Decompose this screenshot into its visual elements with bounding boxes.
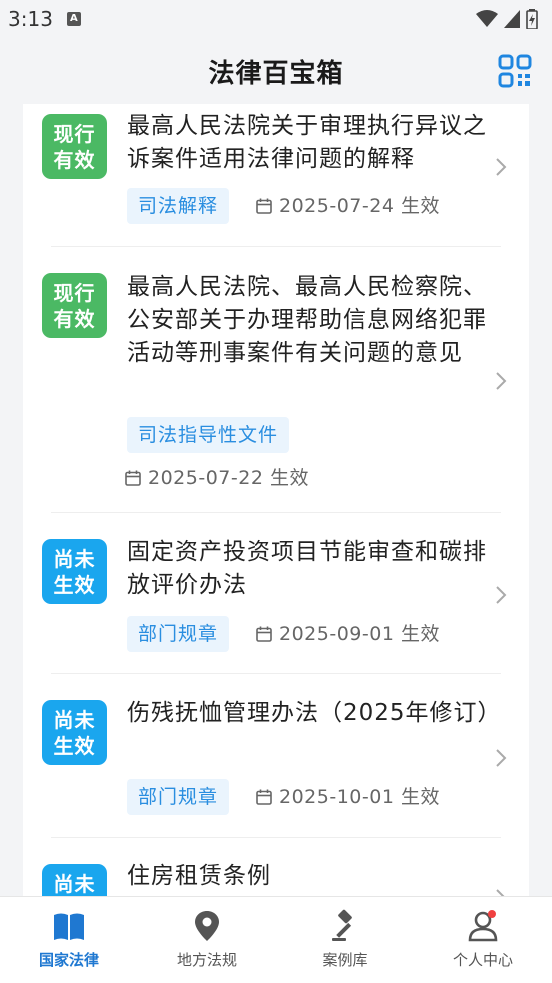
effective-date: 2025-10-01 生效 bbox=[256, 779, 440, 815]
list-item[interactable]: 尚未 生效 伤残抚恤管理办法（2025年修订） 部门规章 2025-10-01 … bbox=[23, 674, 529, 837]
calendar-icon bbox=[256, 789, 272, 805]
status-badge: 尚未 生效 bbox=[42, 539, 107, 604]
chevron-right-icon bbox=[496, 372, 507, 390]
battery-icon bbox=[526, 9, 538, 29]
chevron-right-icon bbox=[496, 158, 507, 176]
book-icon bbox=[54, 913, 84, 940]
law-title: 最高人民法院关于审理执行异议之诉案件适用法律问题的解释 bbox=[127, 113, 487, 172]
status-time: 3:13 bbox=[8, 7, 53, 31]
status-badge: 现行 有效 bbox=[42, 114, 107, 179]
home-indicator-area bbox=[0, 976, 552, 983]
calendar-icon bbox=[256, 626, 272, 642]
chevron-right-icon bbox=[496, 749, 507, 767]
law-list: 现行 有效 最高人民法院关于审理执行异议之诉案件适用法律问题的解释 司法解释 2… bbox=[23, 104, 529, 896]
status-bar: 3:13 A bbox=[0, 0, 552, 38]
law-title: 伤残抚恤管理办法（2025年修订） bbox=[127, 700, 502, 726]
nav-label: 地方法规 bbox=[176, 951, 237, 969]
chevron-right-icon bbox=[496, 586, 507, 604]
nav-local-regulations[interactable]: 地方法规 bbox=[138, 897, 276, 977]
app-bar: 法律百宝箱 bbox=[0, 38, 552, 104]
qr-scan-icon[interactable] bbox=[498, 54, 532, 88]
nav-profile[interactable]: 个人中心 bbox=[414, 897, 552, 977]
nav-case-library[interactable]: 案例库 bbox=[276, 897, 414, 977]
category-tag: 司法指导性文件 bbox=[127, 417, 290, 453]
calendar-icon bbox=[256, 198, 272, 214]
status-badge: 现行 有效 bbox=[42, 273, 107, 338]
bottom-nav: 国家法律 地方法规 案例库 个人中心 bbox=[0, 896, 552, 977]
gavel-icon bbox=[332, 909, 352, 941]
wifi-icon bbox=[476, 10, 498, 27]
notification-icon: A bbox=[66, 12, 81, 26]
list-item[interactable]: 尚未 生效 固定资产投资项目节能审查和碳排放评价办法 部门规章 2025-09-… bbox=[23, 513, 529, 673]
nav-label: 个人中心 bbox=[452, 951, 513, 969]
chevron-right-icon bbox=[496, 889, 505, 896]
category-tag: 部门规章 bbox=[127, 616, 230, 652]
nav-national-law[interactable]: 国家法律 bbox=[0, 897, 138, 977]
nav-label: 国家法律 bbox=[38, 951, 99, 969]
effective-date: 2025-07-24 生效 bbox=[256, 188, 440, 224]
law-title: 最高人民法院、最高人民检察院、公安部关于办理帮助信息网络犯罪活动等刑事案件有关问… bbox=[127, 274, 487, 366]
notification-dot bbox=[488, 910, 496, 918]
category-tag: 部门规章 bbox=[127, 779, 230, 815]
status-badge: 尚未 生效 bbox=[42, 864, 107, 896]
law-title: 固定资产投资项目节能审查和碳排放评价办法 bbox=[127, 539, 487, 598]
list-item[interactable]: 现行 有效 最高人民法院关于审理执行异议之诉案件适用法律问题的解释 司法解释 2… bbox=[23, 104, 529, 246]
page-title: 法律百宝箱 bbox=[208, 58, 344, 89]
list-item[interactable]: 现行 有效 最高人民法院、最高人民检察院、公安部关于办理帮助信息网络犯罪活动等刑… bbox=[23, 247, 529, 512]
effective-date: 2025-07-22 生效 bbox=[125, 460, 309, 496]
effective-date: 2025-09-01 生效 bbox=[256, 616, 440, 652]
nav-label: 案例库 bbox=[322, 951, 368, 969]
law-title: 住房租赁条例 bbox=[127, 863, 271, 889]
category-tag: 司法解释 bbox=[127, 188, 230, 224]
status-badge: 尚未 生效 bbox=[42, 700, 107, 765]
location-pin-icon bbox=[195, 911, 219, 941]
list-item[interactable]: 尚未 生效 住房租赁条例 bbox=[23, 838, 529, 896]
calendar-icon bbox=[125, 470, 141, 486]
signal-icon bbox=[504, 10, 520, 28]
user-icon bbox=[468, 910, 498, 942]
